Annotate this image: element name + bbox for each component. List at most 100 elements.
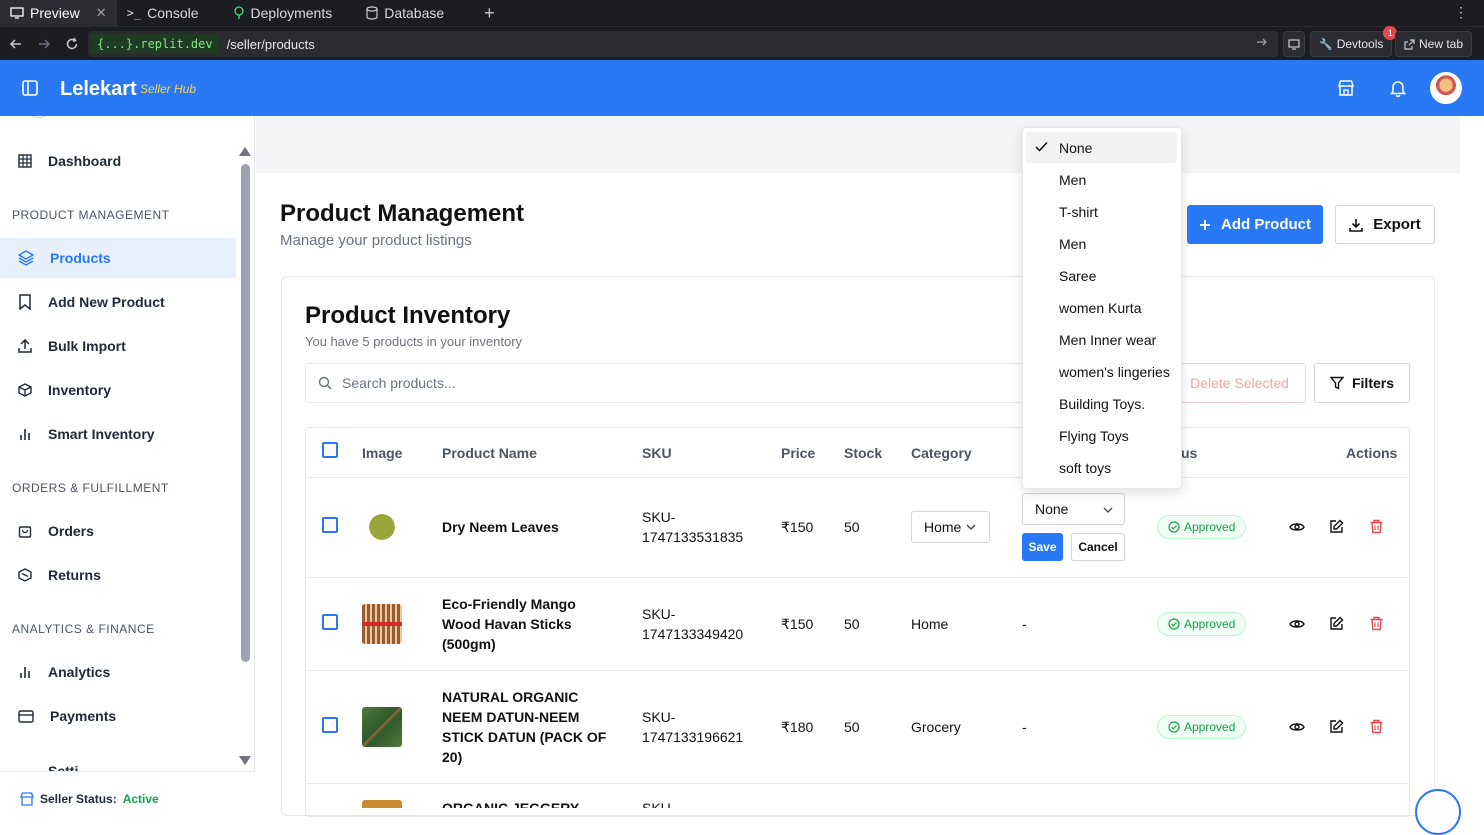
- sidebar-scroll-thumb[interactable]: [241, 164, 250, 662]
- option-label: Men: [1059, 171, 1087, 188]
- dropdown-option[interactable]: women's lingeries: [1026, 356, 1177, 387]
- dropdown-option[interactable]: Men Inner wear: [1026, 324, 1177, 355]
- sidebar-item-analytics[interactable]: Analytics: [0, 652, 236, 692]
- sidebar-item-returns[interactable]: Returns: [0, 555, 236, 595]
- edit-icon[interactable]: [1329, 616, 1344, 631]
- sidebar-item-orders[interactable]: Orders: [0, 511, 236, 551]
- edit-icon[interactable]: [1329, 719, 1344, 734]
- filters-label: Filters: [1351, 375, 1394, 391]
- product-image[interactable]: [362, 800, 402, 808]
- sidebar-item-label: Bulk Import: [48, 338, 126, 354]
- upload-icon: [18, 339, 32, 353]
- product-image[interactable]: [362, 507, 402, 547]
- product-image[interactable]: [362, 604, 402, 644]
- sidebar-item-payments[interactable]: Payments: [0, 696, 236, 736]
- more-vertical-icon[interactable]: ⋮: [1454, 4, 1468, 21]
- dropdown-option[interactable]: T-shirt: [1026, 196, 1177, 227]
- edit-icon[interactable]: [1329, 519, 1344, 534]
- bar-chart-icon: [18, 427, 32, 441]
- row-divider: [306, 577, 1409, 578]
- select-all-checkbox[interactable]: [322, 442, 338, 458]
- sidebar-item-label: Smart Inventory: [48, 426, 155, 442]
- chat-fab-button[interactable]: [1415, 789, 1461, 835]
- product-name-line2[interactable]: NEEM DATUN-NEEM: [442, 707, 579, 727]
- category: Grocery: [911, 719, 961, 735]
- product-name-line1[interactable]: Eco-Friendly Mango: [442, 594, 576, 614]
- col-category: Category: [911, 445, 972, 461]
- tab-database[interactable]: Database: [356, 0, 454, 26]
- dropdown-option[interactable]: Flying Toys: [1026, 420, 1177, 451]
- row-checkbox[interactable]: [322, 614, 338, 630]
- sidebar-item-add-new-product[interactable]: Add New Product: [0, 282, 236, 322]
- tab-deployments[interactable]: Deployments: [223, 0, 343, 26]
- dropdown-option[interactable]: Men: [1026, 164, 1177, 195]
- scroll-up-icon[interactable]: [239, 147, 251, 156]
- sidebar-item-dashboard[interactable]: Dashboard: [0, 141, 236, 181]
- sidebar-item-settings[interactable]: Setti: [0, 755, 236, 771]
- category-select[interactable]: Home: [911, 511, 990, 543]
- category: Home: [911, 616, 949, 632]
- go-arrow-icon[interactable]: [1256, 36, 1268, 48]
- device-button[interactable]: [1283, 31, 1305, 57]
- dropdown-option[interactable]: Men: [1026, 228, 1177, 259]
- export-button[interactable]: Export: [1335, 205, 1435, 244]
- devtools-button[interactable]: 🔧 Devtools 1: [1310, 26, 1398, 57]
- product-name[interactable]: Dry Neem Leaves: [442, 517, 559, 537]
- scroll-down-icon[interactable]: [239, 756, 251, 765]
- browser-urlbar: {...}.replit.dev /seller/products: [0, 26, 1484, 60]
- brand-logo[interactable]: Lelekart: [60, 78, 137, 101]
- sidebar-toggle-icon[interactable]: [22, 80, 38, 96]
- eye-icon[interactable]: [1289, 719, 1305, 735]
- dropdown-option[interactable]: women Kurta: [1026, 292, 1177, 323]
- avatar[interactable]: [1430, 72, 1462, 104]
- new-tab-plus-icon[interactable]: +: [474, 3, 505, 24]
- product-name-line1[interactable]: NATURAL ORGANIC: [442, 687, 578, 707]
- row-checkbox[interactable]: [322, 717, 338, 733]
- reload-icon[interactable]: [58, 30, 86, 58]
- subcategory-select[interactable]: None: [1022, 493, 1125, 525]
- bell-icon[interactable]: [1389, 79, 1407, 97]
- row-divider: [306, 670, 1409, 671]
- trash-icon[interactable]: [1369, 519, 1384, 534]
- dropdown-option[interactable]: soft toys: [1026, 452, 1177, 483]
- external-link-icon: [1404, 38, 1415, 50]
- eye-icon[interactable]: [1289, 616, 1305, 632]
- close-icon[interactable]: ✕: [96, 5, 107, 21]
- product-name-line3[interactable]: STICK DATUN (PACK OF: [442, 727, 606, 747]
- content-top-band: [256, 116, 1460, 173]
- sidebar-item-inventory[interactable]: Inventory: [0, 370, 236, 410]
- product-name-line3[interactable]: (500gm): [442, 634, 496, 654]
- back-arrow-icon[interactable]: [2, 30, 30, 58]
- chevron-down-icon: [1102, 504, 1114, 516]
- dropdown-option[interactable]: Building Toys.: [1026, 388, 1177, 419]
- cancel-button[interactable]: Cancel: [1071, 533, 1125, 561]
- dropdown-option[interactable]: Saree: [1026, 260, 1177, 291]
- product-name-line2[interactable]: Wood Havan Sticks: [442, 614, 572, 634]
- sidebar-item-products[interactable]: Products: [0, 238, 236, 278]
- eye-icon[interactable]: [1289, 519, 1305, 535]
- product-name-line4[interactable]: 20): [442, 747, 462, 767]
- save-button[interactable]: Save: [1022, 533, 1063, 561]
- check-icon: [1035, 141, 1048, 152]
- tab-preview[interactable]: Preview ✕: [0, 0, 117, 26]
- sidebar-item-bulk-import[interactable]: Bulk Import: [0, 326, 236, 366]
- sidebar-item-smart-inventory[interactable]: Smart Inventory: [0, 414, 236, 454]
- add-product-button[interactable]: Add Product: [1187, 205, 1323, 244]
- trash-icon[interactable]: [1369, 616, 1384, 631]
- dropdown-option[interactable]: None: [1026, 132, 1177, 163]
- product-image[interactable]: [362, 707, 402, 747]
- new-tab-button[interactable]: New tab: [1395, 31, 1473, 57]
- address-bar[interactable]: {...}.replit.dev /seller/products: [88, 31, 1278, 57]
- forward-arrow-icon[interactable]: [30, 30, 58, 58]
- delete-selected-button[interactable]: Delete Selected: [1173, 363, 1306, 403]
- row-checkbox[interactable]: [322, 517, 338, 533]
- store-icon[interactable]: [1337, 79, 1355, 97]
- search-input[interactable]: Search products...: [305, 363, 1050, 403]
- option-label: Flying Toys: [1059, 427, 1129, 444]
- product-name-line1[interactable]: ORGANIC JEGGERY: [442, 798, 579, 808]
- new-tab-label: New tab: [1419, 37, 1464, 51]
- trash-icon[interactable]: [1369, 719, 1384, 734]
- filters-button[interactable]: Filters: [1314, 363, 1410, 403]
- url-host: {...}.replit.dev: [91, 34, 219, 54]
- tab-console[interactable]: >_ Console: [117, 0, 209, 26]
